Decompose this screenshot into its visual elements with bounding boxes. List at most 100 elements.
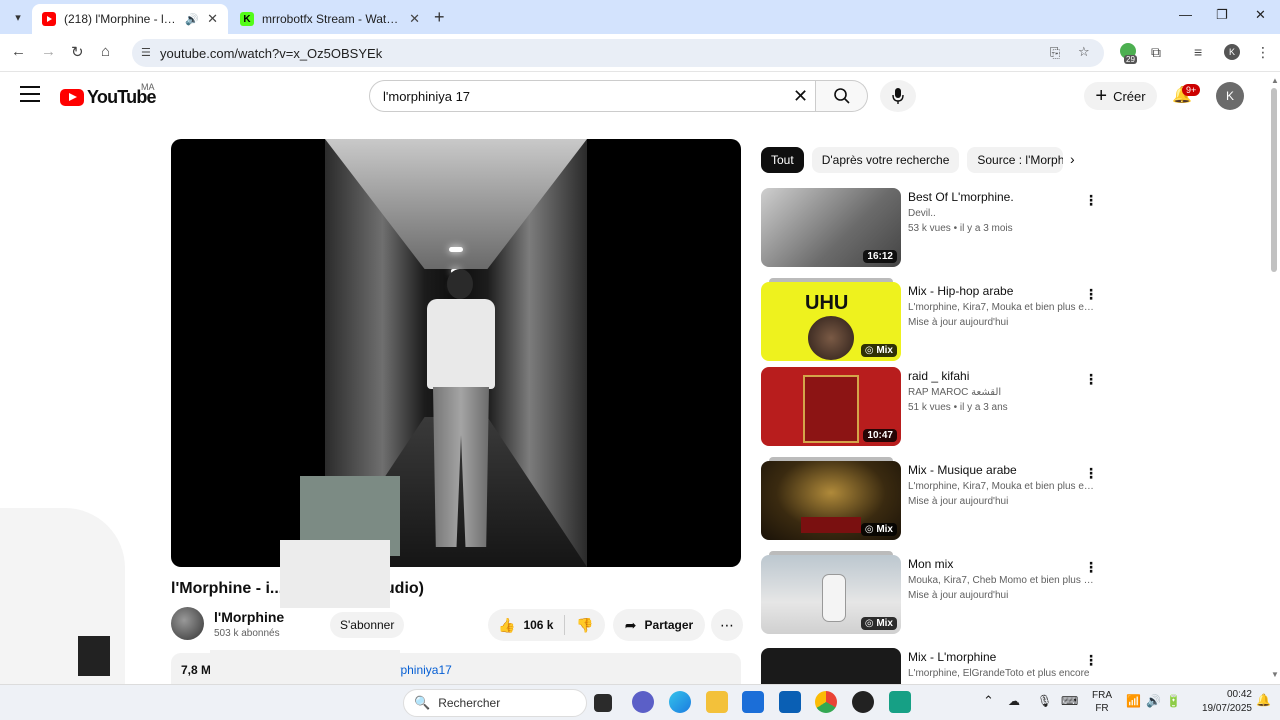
thumbnail[interactable]: ◎ Mix — [761, 461, 901, 540]
minimize-icon[interactable]: — — [1179, 7, 1192, 22]
edge-icon[interactable] — [669, 691, 691, 713]
recommendation-item[interactable]: Mix - L'morphine L'morphine, ElGrandeTot… — [761, 648, 1101, 684]
rec-channel[interactable]: L'morphine, Kira7, Mouka et bien plus en… — [908, 302, 1096, 313]
chrome-icon[interactable] — [815, 691, 837, 713]
recommendation-item[interactable]: ◎ Mix Mon mix Mouka, Kira7, Cheb Momo et… — [761, 551, 1101, 637]
channel-name[interactable]: l'Morphine — [214, 609, 284, 625]
rec-menu-icon[interactable]: ⋮ — [1084, 371, 1098, 388]
language-indicator[interactable]: FRA FR — [1092, 689, 1112, 715]
file-explorer-icon[interactable] — [706, 691, 728, 713]
media-control-icon[interactable]: ≡ — [1194, 44, 1202, 60]
teams-icon[interactable] — [632, 691, 654, 713]
search-input[interactable]: l'morphiniya 17 — [369, 80, 816, 112]
forward-icon[interactable]: → — [41, 43, 56, 60]
chevron-right-icon[interactable]: › — [1070, 151, 1075, 167]
voice-search-button[interactable] — [880, 80, 916, 112]
rec-channel[interactable]: RAP MAROC القشعة — [908, 387, 1096, 398]
recommendation-item[interactable]: ◎ Mix Mix - Musique arabe L'morphine, Ki… — [761, 457, 1101, 543]
rec-title[interactable]: Best Of L'morphine. — [908, 190, 1096, 204]
rec-title[interactable]: Mix - L'morphine — [908, 650, 1096, 664]
speaker-icon[interactable]: 🔊 — [185, 13, 199, 26]
kebab-menu-icon[interactable]: ⋮ — [1256, 44, 1270, 61]
home-icon[interactable]: ⌂ — [101, 43, 110, 60]
new-tab-icon[interactable]: + — [434, 7, 445, 28]
search-button[interactable] — [816, 80, 868, 112]
address-bar[interactable]: ☰ youtube.com/watch?v=x_Oz5OBSYEk ⎘ ☆ — [132, 39, 1104, 67]
restore-icon[interactable]: ❐ — [1216, 7, 1228, 23]
recommendation-item[interactable]: UHU ◎ Mix Mix - Hip-hop arabe L'morphine… — [761, 278, 1101, 364]
scrollbar-thumb[interactable] — [1271, 88, 1277, 272]
create-button[interactable]: + Créer — [1084, 82, 1157, 110]
chip-all[interactable]: Tout — [761, 147, 804, 173]
rec-menu-icon[interactable]: ⋮ — [1084, 465, 1098, 482]
rec-views: Mise à jour aujourd'hui — [908, 317, 1009, 328]
taskbar-search[interactable]: 🔍 Rechercher — [403, 689, 587, 717]
microphone-icon[interactable]: 🎙 — [1037, 694, 1052, 708]
rec-title[interactable]: Mix - Musique arabe — [908, 463, 1096, 477]
volume-icon[interactable]: 🔊 — [1146, 694, 1161, 708]
rec-channel[interactable]: Mouka, Kira7, Cheb Momo et bien plus e..… — [908, 575, 1096, 586]
close-tab-icon[interactable]: ✕ — [207, 11, 218, 27]
thumbnail[interactable] — [761, 648, 901, 684]
subscriber-count: 503 k abonnés — [214, 628, 280, 639]
thumbnail[interactable]: ◎ Mix — [761, 555, 901, 634]
install-app-icon[interactable]: ⎘ — [1050, 45, 1060, 61]
close-window-icon[interactable]: ✕ — [1255, 7, 1266, 23]
thumbnail[interactable]: UHU ◎ Mix — [761, 282, 901, 361]
rec-menu-icon[interactable]: ⋮ — [1084, 286, 1098, 303]
reload-icon[interactable]: ↻ — [71, 43, 84, 61]
chip-source[interactable]: Source : l'Morphine — [967, 147, 1064, 173]
steam-icon[interactable] — [852, 691, 874, 713]
rec-menu-icon[interactable]: ⋮ — [1084, 559, 1098, 576]
keyboard-icon[interactable]: ⌨ — [1061, 694, 1078, 708]
page-scrollbar[interactable]: ▲ ▼ — [1268, 72, 1280, 684]
show-hidden-icons-chevron-icon[interactable]: ⌃ — [983, 693, 994, 709]
notification-center-icon[interactable]: 🔔 — [1256, 693, 1271, 707]
rec-channel[interactable]: Devil.. — [908, 208, 1096, 219]
scroll-up-icon[interactable]: ▲ — [1271, 76, 1279, 85]
rec-menu-icon[interactable]: ⋮ — [1084, 652, 1098, 669]
task-view-icon[interactable] — [594, 694, 612, 712]
taskbar-clock[interactable]: 00:42 19/07/2025 — [1192, 688, 1252, 716]
bookmark-star-icon[interactable]: ☆ — [1078, 44, 1090, 60]
site-info-icon[interactable]: ☰ — [141, 46, 151, 59]
lang-top: FRA — [1092, 690, 1112, 701]
battery-icon[interactable]: 🔋 — [1166, 694, 1181, 708]
rec-title[interactable]: Mon mix — [908, 557, 1096, 571]
close-tab-icon[interactable]: ✕ — [409, 11, 420, 27]
recommendation-item[interactable]: 10:47 raid _ kifahi RAP MAROC القشعة 51 … — [761, 367, 1101, 449]
more-actions-icon[interactable]: ⋯ — [711, 609, 743, 641]
dislike-button[interactable]: 👎 — [565, 617, 605, 634]
clear-search-icon[interactable]: ✕ — [793, 86, 808, 107]
rec-channel[interactable]: L'morphine, ElGrandeToto et plus encore — [908, 668, 1096, 679]
thumbnail[interactable]: 16:12 — [761, 188, 901, 267]
store-icon[interactable] — [742, 691, 764, 713]
mix-badge: ◎ Mix — [860, 344, 897, 357]
scroll-down-icon[interactable]: ▼ — [1271, 670, 1279, 679]
cloud-icon[interactable]: ☁ — [1008, 694, 1020, 708]
rec-channel[interactable]: L'morphine, Kira7, Mouka et bien plus en… — [908, 481, 1096, 492]
account-avatar[interactable]: K — [1216, 82, 1244, 110]
like-button[interactable]: 👍 106 k — [488, 615, 565, 635]
extensions-puzzle-icon[interactable]: ⧉ — [1151, 44, 1161, 61]
recommendation-item[interactable]: 16:12 Best Of L'morphine. Devil.. 53 k v… — [761, 188, 1101, 270]
subscribe-button[interactable]: S'abonner — [330, 612, 405, 638]
video-player[interactable] — [171, 139, 741, 567]
thumbnail[interactable]: 10:47 — [761, 367, 901, 446]
channel-avatar[interactable] — [171, 607, 204, 640]
share-button[interactable]: ➦ Partager — [613, 609, 705, 641]
profile-avatar-icon[interactable]: K — [1224, 44, 1240, 60]
tab-stream[interactable]: K mrrobotfx Stream - Watch Live ✕ — [230, 4, 430, 34]
tab-youtube[interactable]: (218) l'Morphine - lmorphine 🔊 ✕ — [32, 4, 228, 34]
chip-related[interactable]: D'après votre recherche — [811, 147, 960, 173]
youtube-logo[interactable]: YouTube MA — [60, 82, 157, 108]
guide-menu-icon[interactable] — [20, 86, 40, 102]
rec-title[interactable]: raid _ kifahi — [908, 369, 1096, 383]
rec-title[interactable]: Mix - Hip-hop arabe — [908, 284, 1096, 298]
rec-menu-icon[interactable]: ⋮ — [1084, 192, 1098, 209]
back-icon[interactable]: ← — [11, 43, 26, 60]
app-icon[interactable] — [889, 691, 911, 713]
outlook-icon[interactable] — [779, 691, 801, 713]
wifi-icon[interactable]: 📶 — [1126, 694, 1141, 708]
tab-search-chevron-icon[interactable]: ▾ — [8, 7, 28, 27]
